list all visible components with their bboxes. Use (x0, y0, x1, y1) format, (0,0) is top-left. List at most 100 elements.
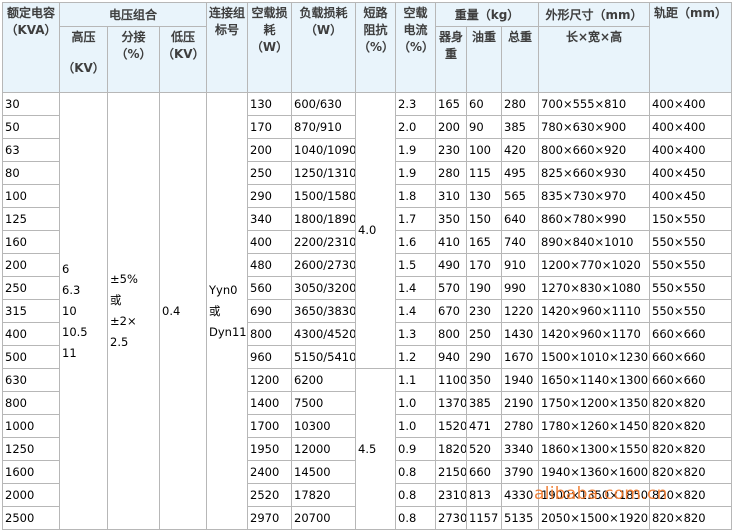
cell-no-load-current: 1.8 (395, 184, 436, 208)
cell-no-load-current: 1.4 (395, 299, 436, 323)
cell-body-weight: 410 (435, 230, 467, 254)
cell-body-weight: 350 (435, 207, 467, 231)
cell-connection-group-merged: Yyn0 或 Dyn11 (206, 92, 248, 530)
cell-oil-weight: 471 (466, 414, 502, 438)
cell-rated-capacity: 500 (2, 345, 60, 369)
cell-total-weight: 420 (500, 138, 540, 162)
cell-rated-capacity: 50 (2, 115, 60, 139)
cell-load-loss: 3050/3200 (291, 276, 356, 300)
cell-body-weight: 280 (435, 161, 467, 185)
cell-total-weight: 565 (500, 184, 540, 208)
cell-rated-capacity: 630 (2, 368, 60, 392)
cell-total-weight: 1430 (500, 322, 540, 346)
table-body: 30 6 6.3 10 10.5 11 ±5% 或 ±2× 2.5 0.4 Yyn0 或 Dyn11 130… (2, 92, 733, 530)
cell-oil-weight: 100 (466, 138, 502, 162)
cell-no-load-loss: 480 (247, 253, 292, 277)
cell-load-loss: 600/630 (291, 92, 356, 116)
cell-total-weight: 910 (500, 253, 540, 277)
transformer-spec-table: 额定电容（KVA） 电压组合 连接组标号 空载损耗（W） 负载损耗（W） 短路阻… (2, 2, 733, 530)
cell-load-loss: 3650/3830 (291, 299, 356, 323)
cell-oil-weight: 813 (466, 483, 502, 507)
header-high-voltage-unit: （KV） (62, 61, 105, 75)
cell-body-weight: 2310 (435, 483, 467, 507)
cell-no-load-current: 0.9 (395, 437, 436, 461)
cell-oil-weight: 520 (466, 437, 502, 461)
cell-dimensions: 1900×1350×1850 (538, 483, 651, 507)
cell-total-weight: 280 (500, 92, 540, 116)
cell-no-load-loss: 250 (247, 161, 292, 185)
cell-dimensions: 700×555×810 (538, 92, 651, 116)
cell-total-weight: 385 (500, 115, 540, 139)
cell-high-voltage-merged: 6 6.3 10 10.5 11 (59, 92, 108, 530)
cell-no-load-loss: 2400 (247, 460, 292, 484)
header-voltage-combo: 电压组合 (59, 2, 207, 27)
cell-total-weight: 495 (500, 161, 540, 185)
cell-no-load-loss: 2520 (247, 483, 292, 507)
cell-rated-capacity: 125 (2, 207, 60, 231)
cell-load-loss: 1250/1310 (291, 161, 356, 185)
cell-oil-weight: 165 (466, 230, 502, 254)
cell-tap-merged: ±5% 或 ±2× 2.5 (107, 92, 160, 530)
connection-line: Dyn11 (209, 324, 247, 339)
cell-track-gauge: 820×820 (649, 483, 733, 507)
cell-rated-capacity: 1600 (2, 460, 60, 484)
cell-no-load-loss: 1950 (247, 437, 292, 461)
header-high-voltage: 高压 （KV） (59, 26, 108, 93)
cell-load-loss: 10300 (291, 414, 356, 438)
cell-no-load-current: 0.8 (395, 483, 436, 507)
header-total-weight: 总重 (500, 26, 540, 93)
cell-load-loss: 870/910 (291, 115, 356, 139)
cell-oil-weight: 90 (466, 115, 502, 139)
cell-body-weight: 310 (435, 184, 467, 208)
header-oil-weight: 油重 (466, 26, 502, 93)
cell-no-load-current: 1.2 (395, 345, 436, 369)
cell-no-load-current: 2.3 (395, 92, 436, 116)
cell-track-gauge: 820×820 (649, 414, 733, 438)
header-short-circuit-impedance: 短路阻抗（%） (355, 2, 396, 93)
cell-track-gauge: 150×550 (649, 207, 733, 231)
cell-total-weight: 1220 (500, 299, 540, 323)
cell-load-loss: 5150/5410 (291, 345, 356, 369)
header-weight: 重量（kg） (434, 2, 540, 27)
tap-line: 2.5 (110, 335, 129, 349)
cell-no-load-loss: 560 (247, 276, 292, 300)
cell-rated-capacity: 2000 (2, 483, 60, 507)
cell-total-weight: 640 (500, 207, 540, 231)
cell-rated-capacity: 80 (2, 161, 60, 185)
table-header: 额定电容（KVA） 电压组合 连接组标号 空载损耗（W） 负载损耗（W） 短路阻… (2, 2, 733, 93)
cell-no-load-loss: 800 (247, 322, 292, 346)
cell-dimensions: 800×660×920 (538, 138, 651, 162)
cell-load-loss: 1500/1580 (291, 184, 356, 208)
cell-body-weight: 490 (435, 253, 467, 277)
cell-track-gauge: 550×550 (649, 299, 733, 323)
cell-rated-capacity: 100 (2, 184, 60, 208)
cell-total-weight: 5135 (500, 506, 540, 530)
cell-rated-capacity: 800 (2, 391, 60, 415)
cell-rated-capacity: 400 (2, 322, 60, 346)
high-voltage-line: 11 (62, 345, 77, 360)
cell-no-load-loss: 200 (247, 138, 292, 162)
cell-body-weight: 1820 (435, 437, 467, 461)
header-track-gauge: 轨距（mm） (649, 2, 733, 93)
cell-body-weight: 570 (435, 276, 467, 300)
cell-rated-capacity: 200 (2, 253, 60, 277)
high-voltage-line: 10.5 (62, 324, 88, 339)
cell-body-weight: 940 (435, 345, 467, 369)
cell-oil-weight: 190 (466, 276, 502, 300)
cell-body-weight: 165 (435, 92, 467, 116)
cell-rated-capacity: 160 (2, 230, 60, 254)
cell-dimensions: 1940×1360×1600 (538, 460, 651, 484)
cell-dimensions: 1270×830×1080 (538, 276, 651, 300)
cell-body-weight: 1370 (435, 391, 467, 415)
cell-rated-capacity: 315 (2, 299, 60, 323)
cell-no-load-current: 1.1 (395, 368, 436, 392)
cell-impedance-merged: 4.5 (355, 368, 396, 530)
cell-total-weight: 3790 (500, 460, 540, 484)
cell-dimensions: 780×630×900 (538, 115, 651, 139)
cell-load-loss: 2600/2730 (291, 253, 356, 277)
header-low-voltage: 低压（KV） (159, 26, 207, 93)
cell-body-weight: 230 (435, 138, 467, 162)
connection-line: 或 (209, 303, 221, 318)
header-rated-capacity: 额定电容（KVA） (2, 2, 60, 93)
cell-dimensions: 1860×1300×1550 (538, 437, 651, 461)
